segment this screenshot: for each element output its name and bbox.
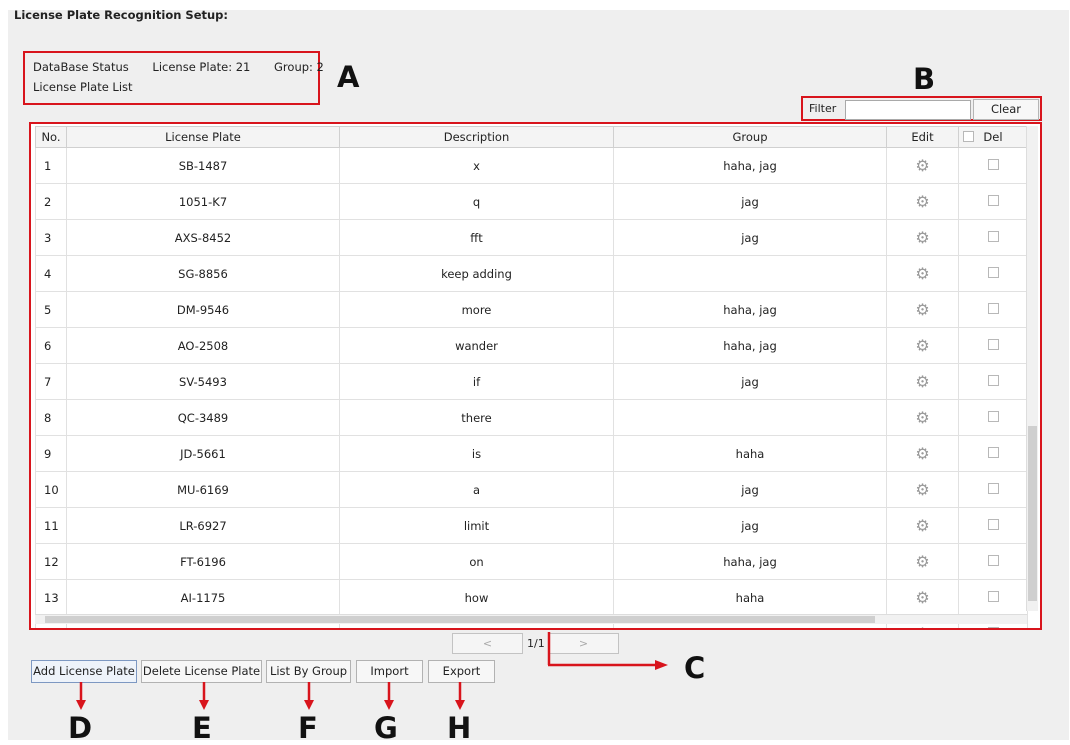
arrow-d-head bbox=[76, 700, 86, 710]
arrow-f-head bbox=[304, 700, 314, 710]
callout-c-arrowhead bbox=[655, 660, 668, 670]
arrow-h-head bbox=[455, 700, 465, 710]
arrow-e-head bbox=[199, 700, 209, 710]
arrow-g-head bbox=[384, 700, 394, 710]
annotation-arrows bbox=[76, 632, 668, 710]
